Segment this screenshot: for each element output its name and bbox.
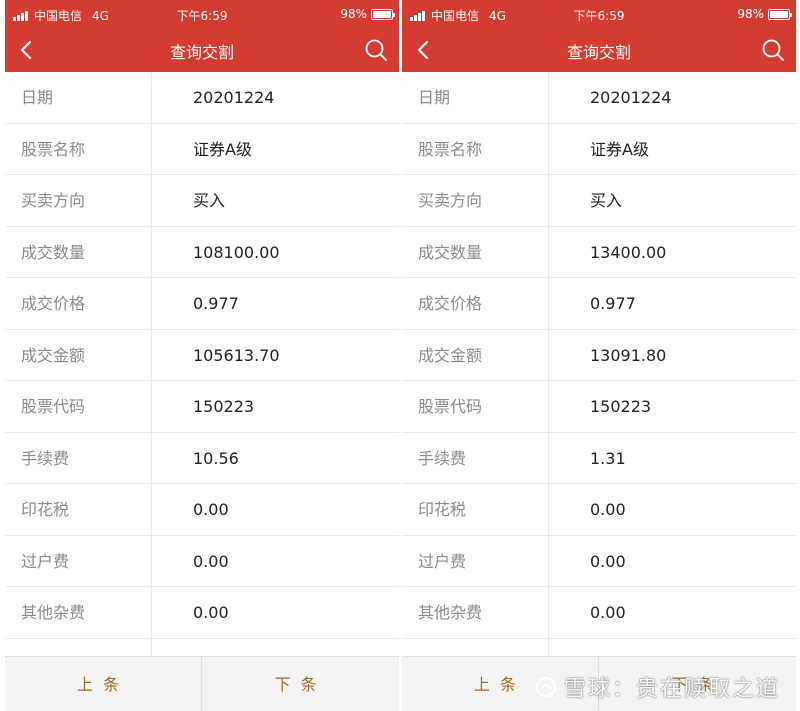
status-bar: 中国电信 4G 下午6:59 98% [5, 0, 399, 28]
field-label: 手续费 [21, 448, 70, 468]
table-row: 过户费 0.00 [5, 536, 399, 587]
table-row: 买卖方向 买入 [402, 175, 796, 227]
table-row: 成交价格 0.977 [5, 278, 399, 330]
phone-screen-left: 中国电信 4G 下午6:59 98% 查询交割 日期 20201224 股票名称 证… [5, 0, 399, 711]
table-row: 成交数量 13400.00 [402, 227, 796, 278]
field-value: 13400.00 [590, 242, 667, 262]
field-label: 过户费 [21, 551, 70, 571]
field-label: 印花税 [418, 500, 467, 519]
table-row: 股票名称 证券A级 [5, 124, 399, 175]
phone-screen-right: 中国电信 4G 下午6:59 98% 查询交割 日期 20201224 股票名称 证… [402, 0, 796, 711]
table-row: 印花税 0.00 [402, 484, 796, 536]
search-icon[interactable] [363, 37, 389, 63]
nav-bar: 查询交割 [402, 28, 796, 72]
next-record-button[interactable]: 下条 [202, 657, 399, 711]
field-label: 过户费 [418, 551, 467, 571]
field-value: 108100.00 [193, 242, 280, 262]
table-row: 手续费 10.56 [5, 433, 399, 484]
table-row: 日期 20201224 [5, 72, 399, 124]
nav-bar: 查询交割 [5, 28, 399, 72]
field-label: 股票名称 [418, 139, 483, 159]
field-value: 10.56 [193, 448, 239, 468]
search-icon[interactable] [760, 37, 786, 63]
field-value: 150223 [590, 397, 652, 416]
table-row: 成交金额 13091.80 [402, 330, 796, 381]
status-bar: 中国电信 4G 下午6:59 98% [402, 0, 796, 28]
table-row: 过户费 0.00 [402, 536, 796, 587]
pager-footer: 上条 下条 [5, 656, 399, 711]
field-value: 0.00 [590, 551, 626, 571]
battery-percent: 98% [737, 7, 764, 21]
snowball-logo-icon [535, 677, 556, 697]
watermark-text: 雪球：贵在赎取之道 [563, 677, 780, 702]
field-label: 成交数量 [418, 242, 483, 262]
field-value: 0.00 [590, 500, 626, 519]
field-value: 1.31 [590, 448, 626, 468]
page-title: 查询交割 [566, 43, 631, 62]
field-label: 成交价格 [418, 294, 483, 313]
trade-detail-table: 日期 20201224 股票名称 证券A级 买卖方向 买入 成交数量 13400.00 … [402, 72, 796, 690]
field-value: 0.00 [193, 603, 229, 622]
battery-icon [768, 8, 792, 20]
field-label: 股票名称 [21, 139, 86, 159]
column-divider [151, 72, 152, 656]
field-label: 股票代码 [418, 397, 483, 416]
field-label: 成交数量 [21, 242, 86, 262]
table-row: 股票名称 证券A级 [402, 124, 796, 175]
watermark: 雪球：贵在赎取之道 [534, 671, 780, 703]
battery-percent: 98% [340, 7, 367, 21]
table-row: 手续费 1.31 [402, 433, 796, 484]
table-row: 买卖方向 买入 [5, 175, 399, 227]
field-label: 其他杂费 [21, 603, 86, 622]
field-label: 买卖方向 [418, 191, 483, 210]
field-label: 成交金额 [21, 345, 86, 365]
page-title: 查询交割 [169, 43, 234, 62]
field-value: 150223 [193, 397, 255, 416]
field-label: 其他杂费 [418, 603, 483, 622]
field-value: 13091.80 [590, 345, 667, 365]
table-row: 其他杂费 0.00 [5, 587, 399, 639]
field-value: 0.977 [193, 294, 239, 313]
table-row: 印花税 0.00 [5, 484, 399, 536]
trade-detail-table: 日期 20201224 股票名称 证券A级 买卖方向 买入 成交数量 108100.00… [5, 72, 399, 690]
field-value: 买入 [193, 191, 226, 210]
field-value: 0.00 [590, 603, 626, 622]
field-value: 105613.70 [193, 345, 280, 365]
field-label: 成交金额 [418, 345, 483, 365]
table-row: 股票代码 150223 [402, 381, 796, 433]
table-row: 成交价格 0.977 [402, 278, 796, 330]
table-row: 成交金额 105613.70 [5, 330, 399, 381]
table-row: 成交数量 108100.00 [5, 227, 399, 278]
field-label: 日期 [418, 88, 451, 107]
field-label: 买卖方向 [21, 191, 86, 210]
field-value: 20201224 [590, 88, 672, 107]
column-divider [548, 72, 549, 656]
field-label: 成交价格 [21, 294, 86, 313]
field-value: 20201224 [193, 88, 275, 107]
field-value: 0.00 [193, 500, 229, 519]
field-value: 证券A级 [590, 139, 649, 159]
battery-icon [371, 8, 395, 20]
field-value: 0.00 [193, 551, 229, 571]
field-label: 印花税 [21, 500, 70, 519]
field-value: 证券A级 [193, 139, 252, 159]
screenshot-pair: 中国电信 4G 下午6:59 98% 查询交割 日期 20201224 股票名称 证… [0, 0, 800, 711]
field-label: 股票代码 [21, 397, 86, 416]
prev-record-button[interactable]: 上条 [5, 657, 202, 711]
table-row: 股票代码 150223 [5, 381, 399, 433]
field-value: 0.977 [590, 294, 636, 313]
field-label: 手续费 [418, 448, 467, 468]
table-row: 日期 20201224 [402, 72, 796, 124]
table-row: 其他杂费 0.00 [402, 587, 796, 639]
field-label: 日期 [21, 88, 54, 107]
field-value: 买入 [590, 191, 623, 210]
